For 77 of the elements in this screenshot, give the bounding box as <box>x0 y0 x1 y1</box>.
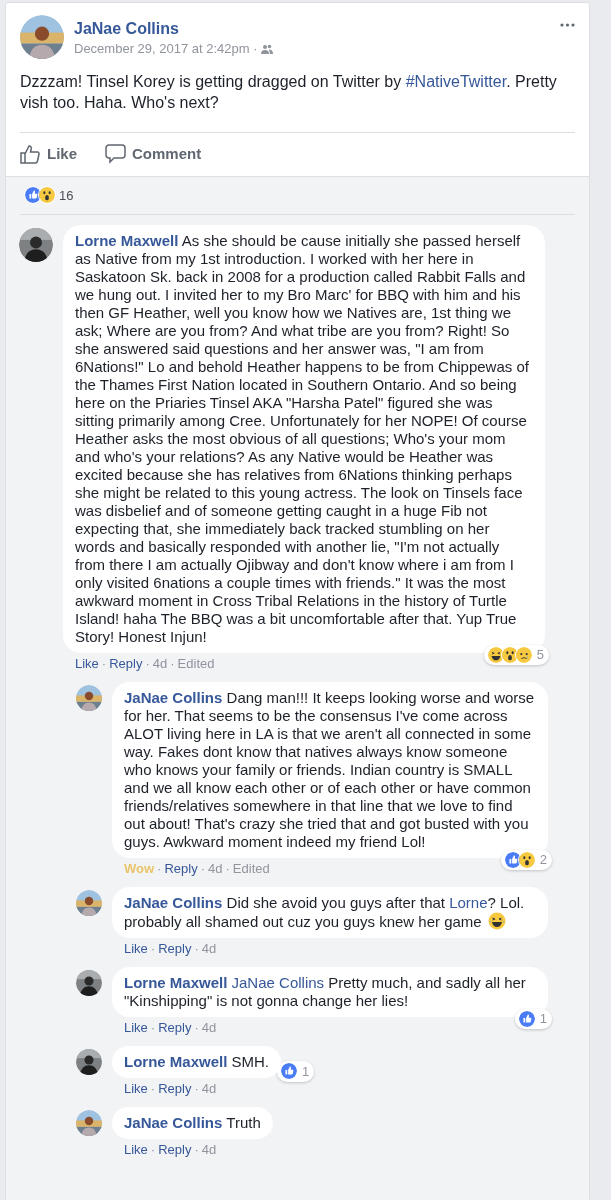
mention-link[interactable]: Lorne <box>449 894 488 911</box>
like-reaction-icon <box>503 851 522 869</box>
separator-dot: · <box>149 1142 157 1158</box>
comment-text: Lorne Maxwell As she should be cause initially she passed herself as Native from my 1st introduction. I worked with her here in Saskatoon Sk. back in 2008 for a production called Rabbit Falls and we hung out. I invited her to my Bro Marc' for BBQ with him and his then GF Heather, well you know how we Natives are, 1st thing we ask; Where are you from? And what tribe are you from? Right! So she answered said questions and her answer was, "I am from 6Nations!" Lo and behold Heather happens to be from Chippewas of the Thames First Nation located in Southern Ontario. And so being here on the Priaries Tinsel AKA "Harsha Patel" figured she was sitting primarily among Cree. Unfortunately for her NOPE! Of course Heather asks the most obvious of all questions; Who's your mom and who's your relations? As any Native would be Heather was excited because she has relatives from 6Nations thinking perhaps she might be related to this young actress. The look on Tinsels face was disbelief and of someone getting caught in a huge Fib not expecting that, she immediately back tracked stumbling on her words and basically responded with another lie, "I'm not actually from there I am actually Ojibway and don't know where i am from I only visited 6nations a couple times with friends." It was the most awkward moment in Cross Tribal Relations in the history of Turtle Island! haha The BBQ was a bit uncomfortable after that. Yup True Story! Honest Injun! <box>75 232 530 646</box>
comment-action-link[interactable]: Reply <box>158 941 192 957</box>
comment-meta: 4d <box>208 861 223 877</box>
reaction-count: 1 <box>302 1062 310 1081</box>
like-reaction-icon <box>280 1062 299 1081</box>
separator-dot: · <box>144 656 151 672</box>
hashtag-link[interactable]: #NativeTwitter <box>405 73 507 90</box>
separator-dot: · <box>193 941 200 957</box>
like-reaction-icon <box>517 1010 536 1028</box>
avatar[interactable] <box>76 890 102 916</box>
wow-reaction-icon <box>38 186 56 205</box>
like-button[interactable]: Like <box>20 143 77 166</box>
thumbs-up-icon <box>20 144 41 165</box>
author-link[interactable]: JaNae Collins <box>124 894 223 911</box>
author-link[interactable]: Lorne Maxwell <box>124 1053 228 1070</box>
comment-action-link[interactable]: Reply <box>164 861 198 877</box>
comment-text: JaNae Collins Dang man!!! It keeps looking worse and worse for her. That seems to be the consensus I've come across ALOT living here in LA is that we aren't all connected in some way. Fakes dont know that natives always know someone who knows your family or friends. Indian country is SMALL and we all know each other or of each other or have common friends/relatives somewhere in that line that we love to find out about! That's crazy she tried that and got busted with you guys. Awkward moment indeed my friend Lol! <box>124 689 536 851</box>
separator-dot: · <box>156 861 163 877</box>
comment-meta: 4d <box>201 1142 217 1158</box>
comment-action-link[interactable]: Like <box>124 1081 148 1097</box>
author-link[interactable]: Lorne Maxwell <box>75 232 179 249</box>
comment-meta: 4d <box>201 1081 217 1097</box>
comment-action-link[interactable]: Reply <box>158 1142 192 1158</box>
comment-action-link[interactable]: Like <box>75 656 99 672</box>
reaction-count: 1 <box>539 1010 547 1028</box>
reaction-count[interactable]: 16 <box>59 185 74 205</box>
comment-action-link[interactable]: Reply <box>109 656 143 672</box>
sad-reaction-icon <box>514 646 533 664</box>
comment-meta: 4d <box>201 941 217 957</box>
friends-icon <box>260 43 273 54</box>
author-link[interactable]: Lorne Maxwell <box>124 974 228 991</box>
comment-text: JaNae Collins Did she avoid you guys after that Lorne? Lol. probably all shamed out cuz you guys knew her game <box>124 894 526 931</box>
reaction-count: 5 <box>536 646 544 664</box>
comment-action-link[interactable]: Like <box>124 941 148 957</box>
avatar[interactable] <box>76 1049 102 1075</box>
separator-dot: · <box>199 861 207 877</box>
separator-dot: · <box>224 861 231 877</box>
avatar[interactable] <box>76 1110 102 1136</box>
laughing-emoji-icon <box>487 912 506 930</box>
speech-bubble-icon <box>105 144 126 165</box>
author-link[interactable]: JaNae Collins <box>124 689 223 706</box>
comment-text: JaNae Collins Truth <box>124 1114 261 1132</box>
comment-button[interactable]: Comment <box>105 143 202 166</box>
separator-dot: · <box>193 1081 200 1097</box>
separator-dot: · <box>100 656 108 672</box>
comment-action-link[interactable]: Like <box>124 1020 148 1036</box>
separator-dot: · <box>193 1020 200 1036</box>
comment-text: Lorne Maxwell JaNae Collins Pretty much, and sadly all her "Kinshipping" is not gonna change her lies! <box>124 974 527 1010</box>
avatar[interactable] <box>76 970 102 996</box>
comment-meta: Edited <box>177 656 215 672</box>
haha-reaction-icon <box>486 646 505 664</box>
reaction-count: 2 <box>539 851 547 869</box>
avatar[interactable] <box>20 15 64 59</box>
more-options-icon[interactable] <box>560 23 575 27</box>
separator-dot: · <box>169 656 176 672</box>
mention-link[interactable]: JaNae Collins <box>231 974 325 991</box>
separator-dot: · <box>149 941 157 957</box>
comment-meta: 4d <box>201 1020 217 1036</box>
comment-meta: Edited <box>232 861 270 877</box>
post-text: Dzzzam! Tinsel Korey is getting dragged on Twitter by #NativeTwitter. Pretty vish too. Haha. Who's next? <box>20 72 558 113</box>
comment-meta: 4d <box>152 656 168 672</box>
separator-dot: · <box>149 1081 157 1097</box>
comment-action-link[interactable]: Reply <box>158 1020 192 1036</box>
separator-dot: · <box>149 1020 157 1036</box>
author-link[interactable]: JaNae Collins <box>124 1114 223 1131</box>
avatar[interactable] <box>76 685 102 711</box>
avatar[interactable] <box>19 228 53 262</box>
comment-text: Lorne Maxwell SMH. <box>124 1053 270 1071</box>
wow-reaction-icon <box>500 646 519 664</box>
comment-action-link[interactable]: Reply <box>158 1081 192 1097</box>
wow-reaction-icon <box>517 851 536 869</box>
author-link[interactable]: JaNae Collins <box>74 19 273 39</box>
comment-action-link[interactable]: Like <box>124 1142 148 1158</box>
separator-dot: · <box>193 1142 200 1158</box>
